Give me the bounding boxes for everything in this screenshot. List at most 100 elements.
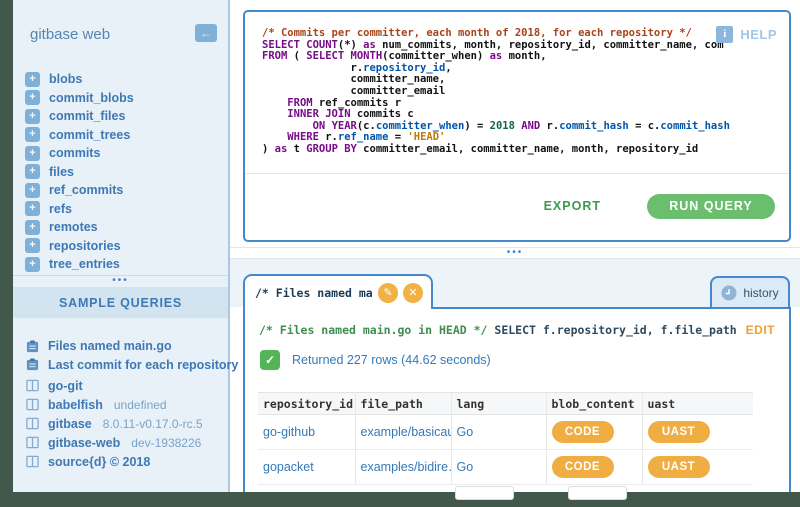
table-name: repositories <box>49 239 121 253</box>
pagination-button-prev[interactable] <box>455 486 514 500</box>
expand-table-icon[interactable]: + <box>25 257 40 272</box>
expand-table-icon[interactable]: + <box>25 183 40 198</box>
sample-query-item[interactable]: Files named main.go <box>13 337 228 356</box>
repository-name: gitbase-web <box>48 436 120 450</box>
data-cell: example/basicau… <box>355 415 451 450</box>
uast-button[interactable]: UAST <box>648 421 710 443</box>
results-panel: /* Files named main.go in HEAD */ SELECT… <box>243 307 791 492</box>
repository-item[interactable]: gitbase 8.0.11-v0.17.0-rc.5 <box>13 414 228 433</box>
help-button[interactable]: i HELP <box>716 26 777 43</box>
close-icon: ✕ <box>408 286 417 299</box>
query-summary-sql: SELECT f.repository_id, f.file_path,… <box>487 323 735 337</box>
sample-query-label: Files named main.go <box>48 339 172 353</box>
export-button[interactable]: EXPORT <box>544 199 601 213</box>
sidebar-table-item[interactable]: + remotes <box>13 218 228 237</box>
sidebar-table-item[interactable]: + files <box>13 163 228 182</box>
uast-button[interactable]: UAST <box>648 456 710 478</box>
column-header: file_path <box>355 393 451 415</box>
repository-name: go-git <box>48 379 83 393</box>
repository-version: undefined <box>114 398 167 412</box>
expand-table-icon[interactable]: + <box>25 109 40 124</box>
close-tab-button[interactable]: ✕ <box>403 283 423 303</box>
sidebar-table-item[interactable]: +tree_entries <box>13 255 228 274</box>
table-name: commit_files <box>49 109 125 123</box>
collapse-sidebar-button[interactable]: ← <box>195 24 217 42</box>
column-header: blob_content <box>546 393 642 415</box>
cell-value-link[interactable]: go-github <box>263 425 355 439</box>
expand-table-icon[interactable]: + <box>25 201 40 216</box>
data-cell: go-github <box>258 415 355 450</box>
rename-tab-button[interactable]: ✎ <box>378 283 398 303</box>
gitbase-web-app: { "sidebar": { "title": "gitbase web", "… <box>0 0 800 507</box>
expand-table-icon[interactable]: + <box>25 164 40 179</box>
sidebar-table-item[interactable]: + repositories <box>13 237 228 256</box>
arrow-left-icon: ← <box>200 26 212 40</box>
history-label: history <box>743 286 778 300</box>
cell-value-link[interactable]: gopacket <box>263 460 355 474</box>
columns-icon <box>25 379 39 393</box>
repository-version: 8.0.11-v0.17.0-rc.5 <box>103 417 203 431</box>
info-icon: i <box>716 26 733 43</box>
expand-table-icon[interactable]: + <box>25 127 40 142</box>
help-label: HELP <box>740 27 777 42</box>
sidebar-table-item[interactable]: +commit_trees <box>13 126 228 145</box>
expand-table-icon[interactable]: + <box>25 220 40 235</box>
expand-table-icon[interactable]: + <box>25 238 40 253</box>
pagination-button-next[interactable] <box>568 486 627 500</box>
expand-table-icon[interactable]: + <box>25 146 40 161</box>
data-cell: Go <box>451 450 546 485</box>
table-name: files <box>49 165 74 179</box>
edit-query-button[interactable]: EDIT <box>746 323 775 337</box>
sql-code-editor[interactable]: /* Commits per committer, each month of … <box>245 12 789 174</box>
cell-value-link[interactable]: examples/bidire… <box>361 460 451 474</box>
panel-splitter-handle[interactable]: ••• <box>230 247 800 259</box>
run-query-button[interactable]: RUN QUERY <box>647 194 775 219</box>
columns-icon <box>25 417 39 431</box>
tables-list: +blobs+commit_blobs+commit_files+commit_… <box>13 70 228 274</box>
sidebar-table-item[interactable]: + commit_files <box>13 107 228 126</box>
table-name: ref_commits <box>49 183 123 197</box>
results-table: repository_idfile_pathlangblob_contentua… <box>258 392 753 485</box>
table-name: refs <box>49 202 72 216</box>
tab-history[interactable]: history <box>710 276 790 307</box>
repository-item[interactable]: gitbase-webdev-1938226 <box>13 433 228 452</box>
tab-title: /* Files named mai… <box>255 286 373 300</box>
results-table-header-row: repository_idfile_pathlangblob_contentua… <box>258 393 753 415</box>
sidebar-header: gitbase web ← <box>13 22 228 52</box>
sidebar-table-item[interactable]: + blobs <box>13 70 228 89</box>
table-name: blobs <box>49 72 82 86</box>
table-name: remotes <box>49 220 98 234</box>
cell-value-link[interactable]: Go <box>457 425 546 439</box>
uast-cell: UAST <box>642 450 753 485</box>
expand-table-icon[interactable]: + <box>25 90 40 105</box>
sidebar-table-item[interactable]: +commits <box>13 144 228 163</box>
sample-query-item[interactable]: Last commit for each repository <box>13 356 228 375</box>
sql-editor-panel: /* Commits per committer, each month of … <box>243 10 791 242</box>
app-window: gitbase web ← +blobs+commit_blobs+commit… <box>13 0 800 492</box>
repositories-list: go-git babelfish undefined gitbase 8.0.11-v0… <box>13 376 228 471</box>
repository-name: babelfish <box>48 398 103 412</box>
sidebar-table-item[interactable]: + refs <box>13 200 228 219</box>
columns-icon <box>25 455 39 469</box>
repository-item[interactable]: go-git <box>13 376 228 395</box>
repository-item[interactable]: babelfish undefined <box>13 395 228 414</box>
column-header: uast <box>642 393 753 415</box>
code-button[interactable]: CODE <box>552 421 614 443</box>
code-button[interactable]: CODE <box>552 456 614 478</box>
expand-table-icon[interactable]: + <box>25 72 40 87</box>
result-status-row: ✓ Returned 227 rows (44.62 seconds) <box>260 350 491 370</box>
sidebar-table-item[interactable]: +commit_blobs <box>13 89 228 108</box>
tab-query-result[interactable]: /* Files named mai… ✎ ✕ <box>243 274 433 309</box>
pencil-icon: ✎ <box>383 286 392 299</box>
sidebar: gitbase web ← +blobs+commit_blobs+commit… <box>13 0 230 492</box>
cell-value-link[interactable]: Go <box>457 460 546 474</box>
cell-value-link[interactable]: example/basicau… <box>361 425 451 439</box>
repository-name: gitbase <box>48 417 92 431</box>
success-checkbox[interactable]: ✓ <box>260 350 280 370</box>
query-summary-row: /* Files named main.go in HEAD */ SELECT… <box>259 323 775 337</box>
app-title: gitbase web <box>30 26 110 43</box>
sample-query-label: Last commit for each repository <box>48 358 238 372</box>
repository-item[interactable]: source{d} © 2018 <box>13 452 228 471</box>
clock-icon <box>721 285 737 301</box>
sidebar-table-item[interactable]: + ref_commits <box>13 181 228 200</box>
